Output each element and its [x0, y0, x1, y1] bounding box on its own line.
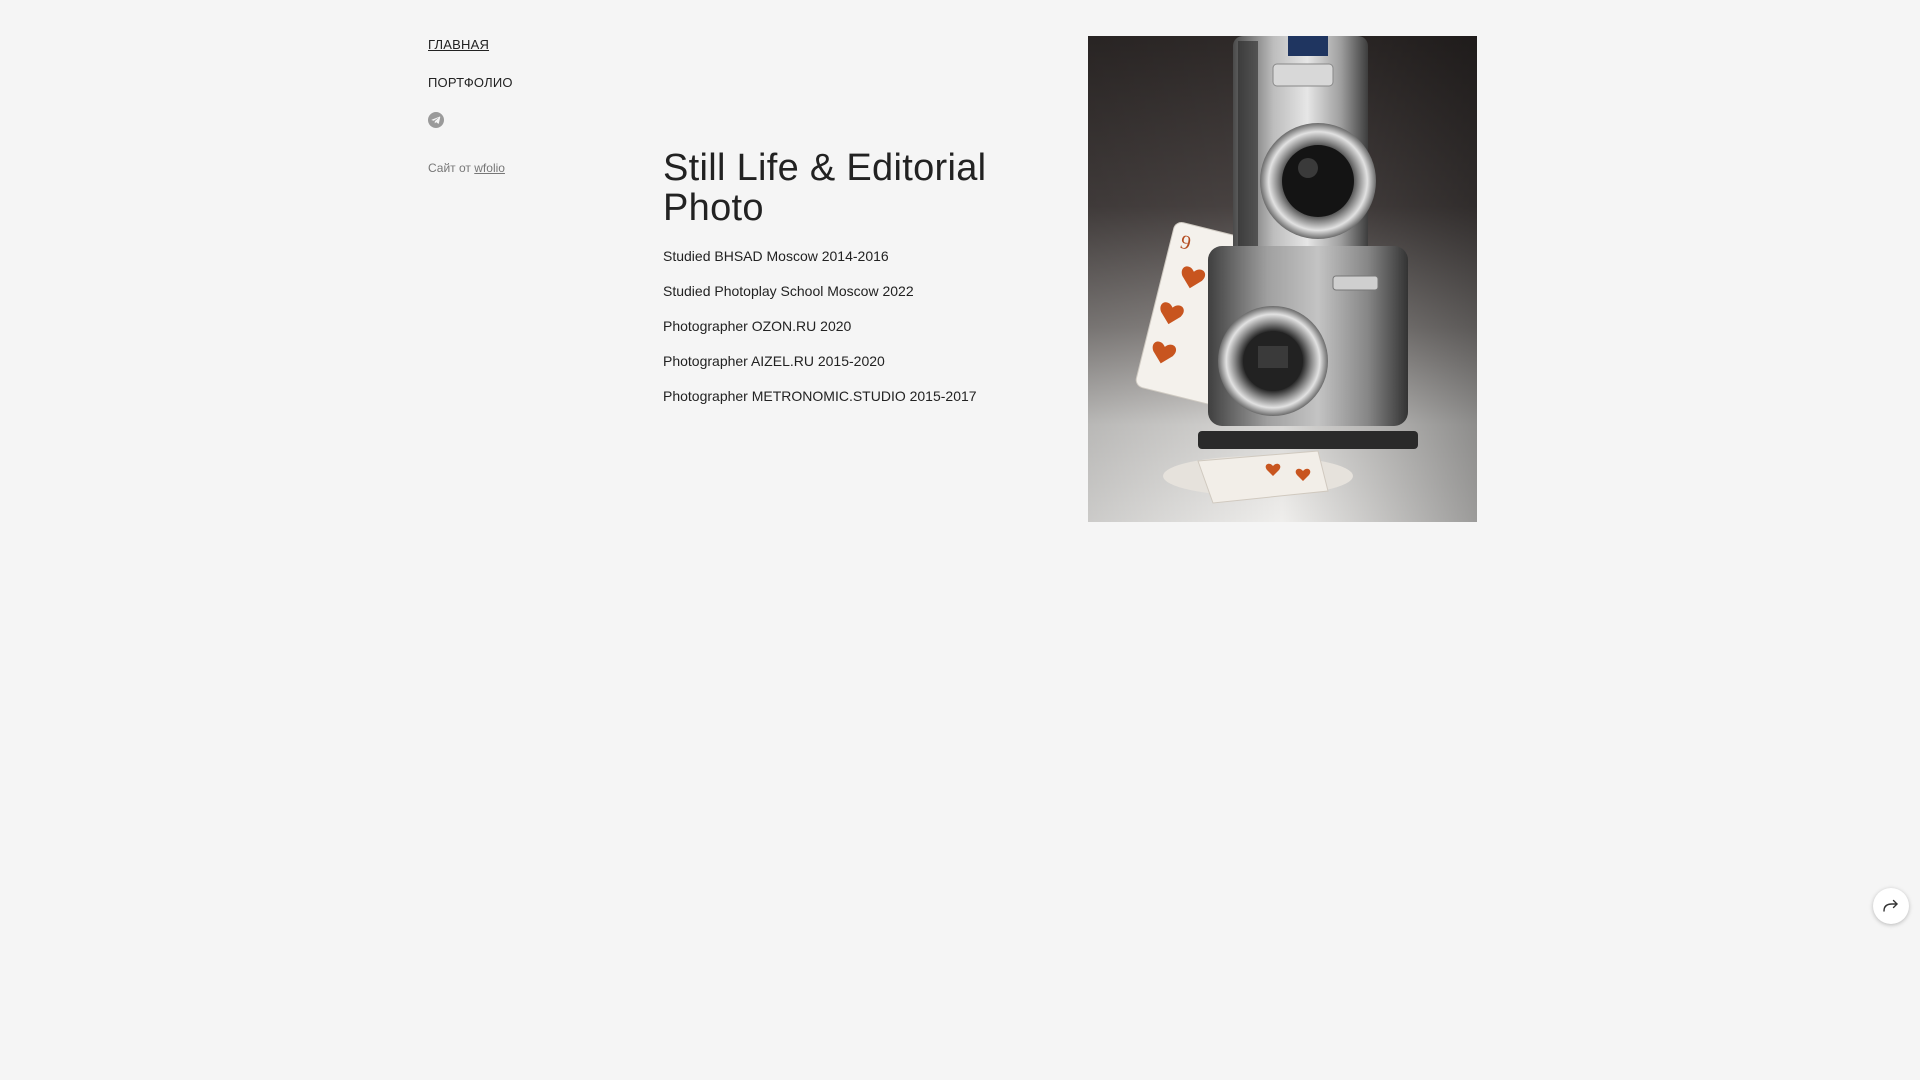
site-nav: ГЛАВНАЯ ПОРТФОЛИО Сайт от wfolio: [428, 36, 628, 176]
hero-photo: 9: [1088, 36, 1477, 522]
page: ГЛАВНАЯ ПОРТФОЛИО Сайт от wfolio Still L…: [0, 0, 1920, 1080]
credit-prefix: Сайт от: [428, 161, 471, 175]
nav-home-link[interactable]: ГЛАВНАЯ: [428, 36, 628, 54]
fact-item: Photographer METRONOMIC.STUDIO 2015-2017: [663, 388, 977, 404]
fact-item: Photographer AIZEL.RU 2015-2020: [663, 353, 885, 369]
share-button[interactable]: [1873, 888, 1909, 924]
page-title: Still Life & Editorial Photo: [663, 147, 987, 229]
share-arrow-icon: [1883, 899, 1898, 912]
facts-list: Studied BHSAD Moscow 2014-2016 Studied P…: [663, 248, 1063, 405]
credit-link[interactable]: wfolio: [474, 161, 505, 175]
nav-portfolio-link[interactable]: ПОРТФОЛИО: [428, 74, 628, 92]
about-section: Still Life & Editorial Photo Studied BHS…: [663, 148, 1063, 423]
fact-item: Studied Photoplay School Moscow 2022: [663, 283, 914, 299]
telegram-icon: [428, 112, 444, 128]
fact-item: Studied BHSAD Moscow 2014-2016: [663, 248, 889, 264]
telegram-link[interactable]: [428, 112, 444, 128]
site-credit: Сайт от wfolio: [428, 160, 628, 176]
camera-photo-illustration: 9: [1088, 36, 1477, 522]
fact-item: Photographer OZON.RU 2020: [663, 318, 852, 334]
